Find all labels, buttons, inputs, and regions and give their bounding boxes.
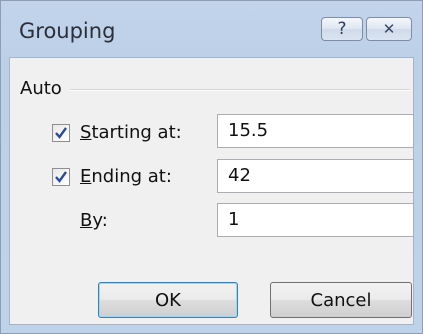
group-label-auto: Auto: [20, 78, 62, 99]
dialog-title: Grouping: [19, 19, 116, 43]
ending-at-checkbox[interactable]: [52, 168, 70, 186]
by-input[interactable]: 1: [217, 203, 414, 237]
dialog-body: Auto Starting at: 15.5 Ending at: 42 By:…: [9, 57, 414, 325]
ending-at-input[interactable]: 42: [217, 159, 414, 193]
grouping-dialog: Grouping ? ✕ Auto Starting at: 15.5 Endi…: [0, 0, 423, 334]
help-icon: ?: [337, 19, 347, 39]
by-label: By:: [80, 210, 108, 231]
starting-at-checkbox[interactable]: [52, 124, 70, 142]
close-button[interactable]: ✕: [366, 17, 412, 41]
help-button[interactable]: ?: [321, 17, 363, 41]
starting-at-label: Starting at:: [80, 122, 182, 143]
checkmark-icon: [55, 171, 67, 183]
ok-button[interactable]: OK: [98, 282, 238, 318]
close-icon: ✕: [382, 20, 396, 38]
starting-at-input[interactable]: 15.5: [217, 114, 414, 148]
title-bar[interactable]: Grouping ? ✕: [1, 1, 422, 57]
ending-at-label: Ending at:: [80, 166, 172, 187]
group-separator: [70, 89, 410, 91]
cancel-button[interactable]: Cancel: [270, 282, 412, 318]
checkmark-icon: [55, 127, 67, 139]
